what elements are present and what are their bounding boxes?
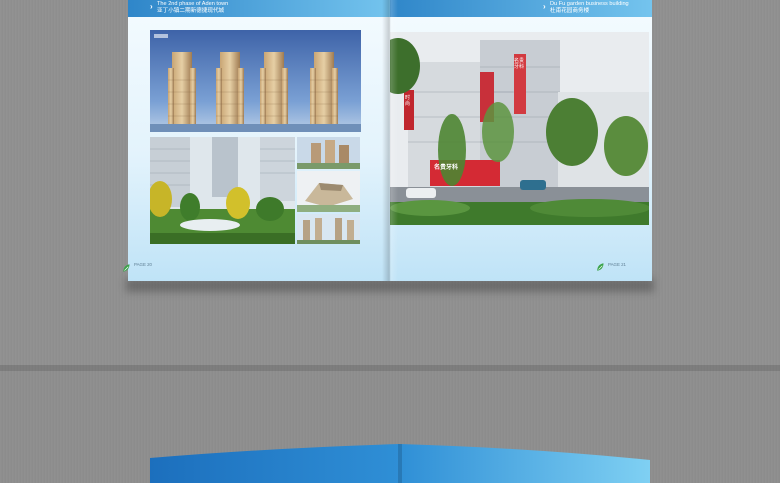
- sign-vertical-right: 名贵牙科: [514, 58, 525, 70]
- right-header: › Du Fu garden business building 杜甫花园商务楼: [543, 1, 629, 15]
- building-thumb-3: [297, 214, 360, 244]
- right-footer-logo: [596, 259, 606, 271]
- brochure-spine: [382, 0, 398, 281]
- left-header-cn: 亚丁小镇二期新德捷现代城: [157, 8, 225, 14]
- sign-name-banner: 名贵牙科: [434, 165, 459, 171]
- sign-vertical-left: 时尚: [405, 95, 411, 107]
- brochure-left-page: › The 2nd phase of Aden town 亚丁小镇二期新德捷现代…: [128, 0, 390, 281]
- left-footer-logo: [122, 260, 132, 272]
- leaf-logo-icon: [123, 264, 130, 272]
- right-header-en: Du Fu garden business building: [550, 1, 629, 7]
- left-header-en: The 2nd phase of Aden town: [157, 1, 229, 7]
- building-thumb-2: [297, 171, 360, 212]
- left-page-number: PAGE 20: [134, 262, 152, 267]
- building-thumb-1: [297, 137, 360, 169]
- leaf-logo-icon: [597, 263, 604, 271]
- chevron-right-icon: ›: [543, 2, 546, 11]
- right-header-cn: 杜甫花园商务楼: [550, 8, 590, 14]
- right-page-number: PAGE 21: [608, 262, 626, 267]
- chevron-right-icon: ›: [150, 2, 153, 11]
- brochure-right-page: › Du Fu garden business building 杜甫花园商务楼…: [390, 0, 652, 281]
- left-header: › The 2nd phase of Aden town 亚丁小镇二期新德捷现代…: [150, 1, 229, 15]
- garden-render-photo: [150, 137, 295, 244]
- towers-render-photo: [150, 30, 361, 132]
- brochure-cover-bottom: [150, 444, 650, 483]
